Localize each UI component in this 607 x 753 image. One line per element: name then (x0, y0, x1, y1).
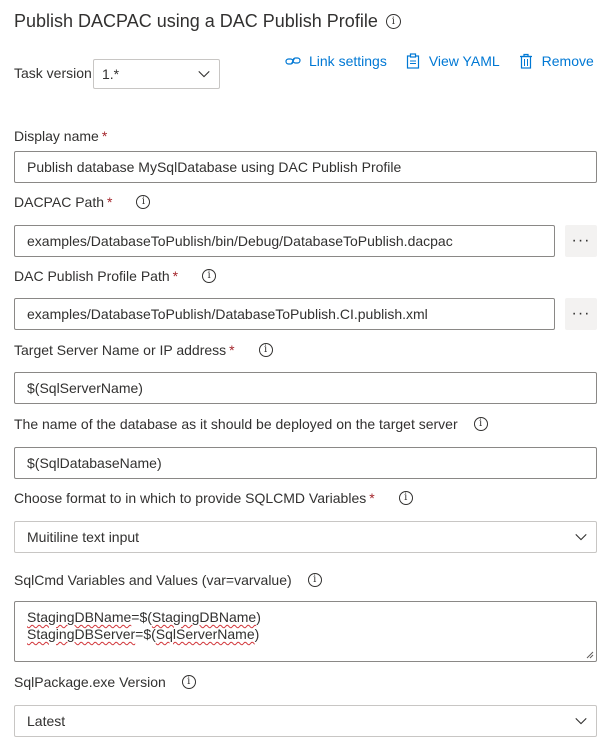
sqlpackage-version-label: SqlPackage.exe Version i (14, 674, 196, 690)
sqlcmd-close: ) (254, 626, 260, 642)
sqlpackage-version-label-text: SqlPackage.exe Version (14, 674, 166, 690)
required-marker: * (369, 490, 375, 506)
required-marker: * (101, 128, 108, 144)
database-name-label: The name of the database as it should be… (14, 416, 488, 432)
info-icon[interactable]: i (307, 573, 322, 587)
task-actions: Link settings View YAML Remove (285, 53, 594, 69)
info-icon[interactable]: i (136, 195, 151, 209)
info-icon[interactable]: i (181, 675, 196, 689)
target-server-label-text: Target Server Name or IP address (14, 342, 227, 358)
remove-button[interactable]: Remove (518, 53, 594, 69)
sqlcmd-line-2: StagingDBServer=$(SqlServerName) (27, 626, 584, 643)
publish-profile-label-text: DAC Publish Profile Path (14, 268, 170, 284)
chevron-down-icon (566, 714, 596, 728)
sqlcmd-var-name: StagingDBServer (27, 626, 136, 642)
sqlcmd-var-value: SqlServerName (155, 626, 255, 642)
publish-profile-browse-button[interactable]: ··· (565, 298, 597, 330)
resize-grip-icon[interactable] (586, 651, 594, 659)
display-name-label-text: Display name (14, 128, 99, 144)
view-yaml-label: View YAML (428, 53, 500, 69)
sqlcmd-line-1: StagingDBName=$(StagingDBName) (27, 609, 584, 626)
info-icon[interactable]: i (398, 491, 413, 505)
link-icon (285, 57, 301, 65)
sqlcmd-var-name: StagingDBName (27, 609, 132, 625)
info-icon[interactable]: i (473, 417, 488, 431)
display-name-input[interactable]: Publish database MySqlDatabase using DAC… (14, 151, 597, 183)
display-name-label: Display name * (14, 128, 107, 144)
task-title: Publish DACPAC using a DAC Publish Profi… (14, 11, 401, 32)
chevron-down-icon (566, 530, 596, 544)
sqlcmd-var-value: StagingDBName (151, 609, 257, 625)
required-marker: * (229, 342, 235, 358)
info-icon[interactable]: i (202, 269, 217, 283)
required-marker: * (172, 268, 179, 284)
target-server-label: Target Server Name or IP address * i (14, 342, 273, 358)
sqlcmd-values-textarea[interactable]: StagingDBName=$(StagingDBName) StagingDB… (14, 601, 597, 662)
database-name-label-text: The name of the database as it should be… (14, 416, 458, 432)
info-icon[interactable]: i (258, 343, 273, 357)
link-settings-button[interactable]: Link settings (285, 53, 387, 69)
chevron-down-icon (189, 67, 219, 81)
target-server-input[interactable]: $(SqlServerName) (14, 372, 597, 404)
task-version-dropdown[interactable]: 1.* (93, 59, 220, 89)
sqlcmd-equals: =$( (135, 626, 156, 642)
sqlcmd-values-label: SqlCmd Variables and Values (var=varvalu… (14, 572, 322, 588)
task-version-label: Task version (14, 65, 92, 81)
sqlcmd-values-label-text: SqlCmd Variables and Values (var=varvalu… (14, 572, 292, 588)
required-marker: * (107, 194, 113, 210)
link-settings-label: Link settings (309, 53, 387, 69)
view-yaml-button[interactable]: View YAML (405, 53, 500, 69)
sqlpackage-version-value: Latest (27, 713, 66, 729)
task-title-text: Publish DACPAC using a DAC Publish Profi… (14, 11, 378, 31)
trash-icon (519, 53, 532, 69)
sqlcmd-format-value: Muitiline text input (27, 529, 140, 545)
info-icon[interactable]: i (385, 14, 401, 29)
sqlcmd-close: ) (256, 609, 261, 625)
sqlcmd-format-label-text: Choose format to in which to provide SQL… (14, 490, 367, 506)
sqlcmd-equals: =$( (131, 609, 152, 625)
dacpac-browse-button[interactable]: ··· (565, 225, 597, 257)
sqlpackage-version-dropdown[interactable]: Latest (14, 705, 597, 737)
dacpac-path-label-text: DACPAC Path (14, 194, 104, 210)
publish-profile-label: DAC Publish Profile Path * i (14, 268, 217, 284)
task-version-value: 1.* (102, 66, 120, 82)
publish-profile-input[interactable]: examples/DatabaseToPublish/DatabaseToPub… (14, 298, 555, 330)
clipboard-icon (406, 53, 419, 69)
sqlcmd-format-label: Choose format to in which to provide SQL… (14, 490, 413, 506)
dacpac-path-label: DACPAC Path * i (14, 194, 151, 210)
sqlcmd-format-dropdown[interactable]: Muitiline text input (14, 521, 597, 553)
dacpac-path-input[interactable]: examples/DatabaseToPublish/bin/Debug/Dat… (14, 225, 555, 257)
database-name-input[interactable]: $(SqlDatabaseName) (14, 447, 597, 479)
remove-label: Remove (541, 53, 594, 69)
